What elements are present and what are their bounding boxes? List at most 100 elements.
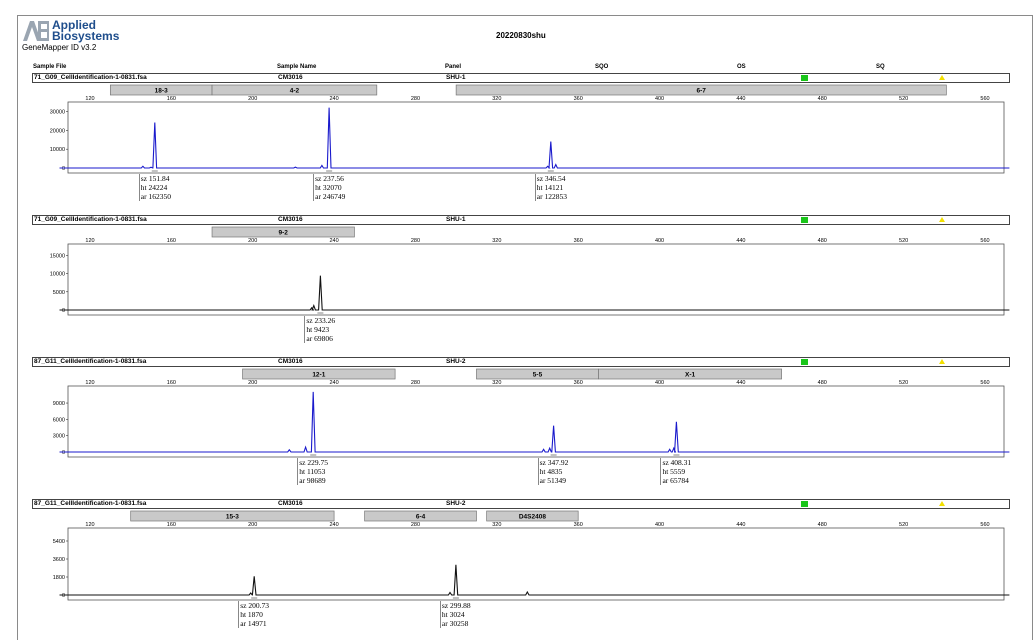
peak-ar: ar 65784 <box>662 476 689 485</box>
electropherogram-panel-1: 71_G09_CellIdentification-1-0831.fsa CM3… <box>32 73 1010 206</box>
x-tick-label: 400 <box>655 238 664 244</box>
y-tick-label: 0 <box>62 593 65 599</box>
peak-ar: ar 69806 <box>306 334 333 343</box>
y-axis-ticks: 0 10000 20000 30000 <box>50 110 68 172</box>
peak-ar: ar 122853 <box>536 192 567 201</box>
x-tick-label: 280 <box>411 522 420 528</box>
x-tick-label: 200 <box>248 238 257 244</box>
peak-annotation: sz 346.54 ht 14121 ar 122853 <box>534 174 567 201</box>
x-tick-label: 120 <box>85 238 94 244</box>
peak-ht: ht 24224 <box>140 183 168 192</box>
electropherogram-chart: 18-3 4-2 6-7 120 160 200 240 280 320 360 400 440 480… <box>50 84 1010 174</box>
peak-ht: ht 14121 <box>536 183 564 192</box>
x-tick-label: 160 <box>167 238 176 244</box>
x-tick-label: 440 <box>736 380 745 386</box>
col-sq: SQ <box>876 64 885 70</box>
peak-sz: sz 237.56 <box>315 174 344 183</box>
peak-sz: sz 299.88 <box>441 601 471 610</box>
trace-line <box>59 564 1010 596</box>
col-panel: Panel <box>445 64 462 70</box>
x-tick-label: 320 <box>492 238 501 244</box>
y-tick-label: 10000 <box>50 147 65 153</box>
y-tick-label: 9000 <box>53 401 65 407</box>
x-tick-label: 560 <box>980 522 989 528</box>
peak-sz: sz 229.75 <box>299 458 328 467</box>
x-tick-label: 520 <box>899 522 908 528</box>
y-tick-label: 30000 <box>50 110 65 116</box>
y-tick-label: 10000 <box>50 272 65 278</box>
col-sqo: SQO <box>595 64 609 70</box>
x-tick-label: 240 <box>329 522 338 528</box>
x-tick-label: 160 <box>167 522 176 528</box>
peak-annotation: sz 408.31 ht 5559 ar 65784 <box>660 458 691 485</box>
electropherogram-chart: 9-2 120 160 200 240 280 320 360 400 440 480 520 560 0… <box>50 226 1010 316</box>
allele-bin-label: 5-5 <box>533 372 543 379</box>
trace-line <box>59 391 1010 453</box>
x-tick-label: 240 <box>329 380 338 386</box>
x-tick-label: 520 <box>899 96 908 102</box>
y-tick-label: 1800 <box>53 575 65 581</box>
y-tick-label: 5000 <box>53 290 65 296</box>
peak-ar: ar 98689 <box>299 476 326 485</box>
x-tick-label: 480 <box>818 238 827 244</box>
x-tick-label: 200 <box>248 96 257 102</box>
peak-sz: sz 151.84 <box>140 174 170 183</box>
peak-ar: ar 162350 <box>140 192 171 201</box>
allele-bins: 12-1 5-5 X-1 <box>242 368 782 380</box>
y-tick-label: 3000 <box>53 434 65 440</box>
plot-frame <box>67 527 1005 601</box>
allele-bins: 9-2 <box>211 226 355 238</box>
software-version: GeneMapper ID v3.2 <box>22 43 97 52</box>
allele-bin-label: 9-2 <box>279 230 289 237</box>
col-os: OS <box>737 64 746 70</box>
x-tick-label: 360 <box>574 96 583 102</box>
peak-sz: sz 233.26 <box>306 316 336 325</box>
plot-frame <box>67 385 1005 458</box>
peak-annotation: sz 233.26 ht 9423 ar 69806 <box>304 316 335 343</box>
peak-annotation: sz 200.73 ht 1870 ar 14971 <box>238 601 269 628</box>
x-tick-label: 360 <box>574 522 583 528</box>
ab-logo-icon <box>23 21 49 41</box>
y-axis-ticks: 0 1800 3600 5400 <box>53 539 68 599</box>
peak-annotation: sz 347.92 ht 4835 ar 51349 <box>537 458 569 485</box>
x-tick-label: 200 <box>248 522 257 528</box>
x-axis-ticks: 120 160 200 240 280 320 360 400 440 480 520 560 <box>85 522 989 528</box>
peak-sz: sz 347.92 <box>539 458 569 467</box>
x-tick-label: 280 <box>411 238 420 244</box>
electropherogram-chart: 12-1 5-5 X-1 120 160 200 240 280 320 360 400 440 480… <box>53 368 1010 458</box>
x-tick-label: 120 <box>85 380 94 386</box>
document-title: 20220830shu <box>496 31 546 40</box>
logo-line2: Biosystems <box>52 29 120 43</box>
y-tick-label: 20000 <box>50 128 65 134</box>
x-tick-label: 320 <box>492 522 501 528</box>
plot-frame <box>67 101 1005 174</box>
allele-bins: 15-3 6-4 D4S2408 <box>130 510 579 522</box>
peak-ar: ar 51349 <box>539 476 567 485</box>
x-tick-label: 120 <box>85 96 94 102</box>
x-tick-label: 560 <box>980 380 989 386</box>
peak-ar: ar 30258 <box>441 619 469 628</box>
x-axis-ticks: 120 160 200 240 280 320 360 400 440 480 520 560 <box>85 238 989 244</box>
allele-bin-label: 18-3 <box>155 88 168 95</box>
x-tick-label: 240 <box>329 96 338 102</box>
peak-sz: sz 346.54 <box>536 174 566 183</box>
x-tick-label: 400 <box>655 380 664 386</box>
x-tick-label: 160 <box>167 96 176 102</box>
x-tick-label: 480 <box>818 380 827 386</box>
electropherogram-panel-3: 87_G11_CellIdentification-1-0831.fsa CM3… <box>32 357 1010 490</box>
x-tick-label: 280 <box>411 96 420 102</box>
peak-ht: ht 3024 <box>441 610 465 619</box>
allele-bin-label: 12-1 <box>312 372 325 379</box>
x-tick-label: 400 <box>655 522 664 528</box>
x-tick-label: 200 <box>248 380 257 386</box>
peak-ht: ht 1870 <box>240 610 263 619</box>
peak-annotation: sz 237.56 ht 32070 ar 246749 <box>313 174 345 201</box>
peak-annotation: sz 229.75 ht 11053 ar 98689 <box>297 458 328 485</box>
x-tick-label: 440 <box>736 96 745 102</box>
y-tick-label: 0 <box>62 308 65 314</box>
x-tick-label: 280 <box>411 380 420 386</box>
peak-ht: ht 4835 <box>539 467 563 476</box>
peak-ht: ht 5559 <box>662 467 686 476</box>
allele-bin-label: X-1 <box>685 372 696 379</box>
x-tick-label: 480 <box>818 522 827 528</box>
